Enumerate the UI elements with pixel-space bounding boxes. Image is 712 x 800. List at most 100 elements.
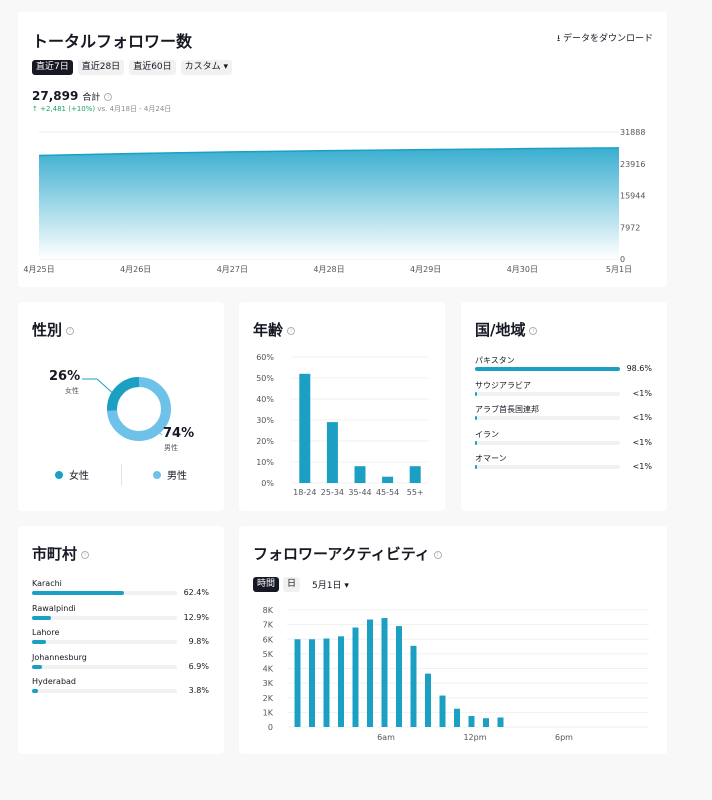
activity-bar bbox=[309, 639, 315, 727]
bar-fill bbox=[32, 689, 38, 693]
male-dot bbox=[153, 470, 161, 479]
list-item: イラン <1% bbox=[475, 429, 652, 447]
list-item: Johannesburg 6.9% bbox=[32, 652, 209, 671]
x-tick-label: 4月27日 bbox=[217, 265, 248, 274]
y-tick-label: 31888 bbox=[620, 128, 645, 137]
x-tick-label: 4月29日 bbox=[410, 265, 441, 274]
info-icon[interactable]: i bbox=[529, 326, 538, 335]
female-dot bbox=[55, 470, 63, 479]
info-icon[interactable]: i bbox=[81, 550, 90, 559]
activity-bar bbox=[454, 708, 460, 727]
list-item: Karachi 62.4% bbox=[32, 579, 209, 597]
y-tick-label: 10% bbox=[256, 458, 274, 467]
list-item: サウジアラビア <1% bbox=[475, 380, 652, 398]
city-card: 市町村 i Karachi 62.4% Rawalpindi 12.9% Lahore 9.… bbox=[18, 526, 224, 754]
bar-fill bbox=[32, 640, 47, 644]
x-tick-label: 6pm bbox=[555, 733, 573, 742]
area-fill bbox=[39, 147, 619, 259]
activity-bar bbox=[294, 639, 301, 727]
female-percent: 26% bbox=[49, 369, 81, 384]
y-tick-label: 30% bbox=[256, 416, 274, 425]
bar-fill bbox=[475, 391, 477, 396]
bar-fill bbox=[32, 615, 51, 620]
city-title: 市町村 i bbox=[32, 543, 90, 564]
y-tick-label: 60% bbox=[256, 353, 274, 362]
female-label: 女性 bbox=[65, 387, 79, 395]
bar-track bbox=[475, 391, 620, 396]
city-title-text: 市町村 bbox=[32, 545, 78, 563]
bar-fill bbox=[475, 465, 477, 469]
bar-track bbox=[32, 615, 177, 620]
y-tick-label: 0% bbox=[261, 479, 274, 488]
x-tick-label: 55+ bbox=[407, 488, 424, 497]
activity-bar bbox=[468, 716, 475, 727]
legend-female: 女性 bbox=[55, 467, 89, 482]
x-tick-label: 35-44 bbox=[348, 488, 371, 497]
list-item-name: イラン bbox=[475, 429, 499, 439]
gender-card: 性別 i 26% 女性 74% 男性 女性 男性 bbox=[18, 302, 224, 511]
x-tick-label: 45-54 bbox=[376, 488, 399, 497]
followers-area-chart: 31888 23916 15944 7972 0 4月25日 4月26日 4月27日 4月28日… bbox=[23, 128, 645, 274]
list-item-name: Hyderabad bbox=[32, 677, 76, 686]
list-item: パキスタン 98.6% bbox=[475, 355, 652, 373]
list-item-value: <1% bbox=[632, 462, 652, 471]
x-tick-label: 4月30日 bbox=[507, 265, 538, 274]
bar-track bbox=[475, 465, 620, 469]
bar-track bbox=[475, 440, 620, 445]
list-item-name: アラブ首長国連邦 bbox=[475, 405, 539, 414]
bar-track bbox=[32, 664, 177, 669]
list-item-name: Rawalpindi bbox=[32, 603, 76, 613]
legend-divider bbox=[121, 464, 122, 486]
total-followers-card: トータルフォロワー数 ⭳ データをダウンロード 直近7日 直近28日 直近60日… bbox=[18, 12, 667, 287]
activity-bar bbox=[367, 619, 373, 727]
bar-fill bbox=[32, 591, 124, 595]
bar-track bbox=[32, 591, 177, 595]
y-tick-label: 40% bbox=[256, 395, 274, 404]
y-tick-label: 15944 bbox=[620, 192, 645, 201]
bar-track bbox=[32, 640, 177, 644]
activity-card: フォロワーアクティビティ i 時間 日 5月1日 ▾ 8K 7K 6K 5K 4K 3K 2K… bbox=[239, 526, 667, 754]
activity-bar bbox=[352, 627, 359, 727]
y-tick-label: 7972 bbox=[620, 223, 640, 232]
age-card: 年齢 i 60% 50% 40% 30% 20% 10% 0% 18-24 25-34 35-44 4… bbox=[239, 302, 445, 511]
bar-fill bbox=[475, 440, 477, 445]
x-tick-label: 4月28日 bbox=[313, 265, 344, 274]
y-tick-label: 0 bbox=[620, 255, 625, 264]
list-item: Lahore 9.8% bbox=[32, 628, 209, 646]
y-tick-label: 8K bbox=[263, 606, 274, 615]
list-item-value: <1% bbox=[632, 388, 652, 398]
list-item-value: 6.9% bbox=[188, 661, 209, 671]
y-tick-label: 23916 bbox=[620, 160, 645, 169]
legend-male-label: 男性 bbox=[167, 471, 187, 482]
y-tick-label: 5K bbox=[263, 650, 274, 659]
list-item: Rawalpindi 12.9% bbox=[32, 603, 209, 622]
list-item-value: 98.6% bbox=[626, 364, 652, 373]
list-item: オマーン <1% bbox=[475, 453, 652, 471]
age-bar bbox=[326, 422, 338, 483]
y-tick-label: 3K bbox=[263, 679, 274, 688]
y-tick-label: 20% bbox=[256, 437, 274, 446]
x-tick-label: 25-34 bbox=[321, 488, 344, 497]
country-card: 国/地域 i パキスタン 98.6% サウジアラビア <1% アラブ首長国連邦 <1% イラン… bbox=[461, 302, 667, 511]
list-item-name: Johannesburg bbox=[32, 652, 87, 662]
list-item-name: サウジアラビア bbox=[475, 380, 531, 390]
legend-female-label: 女性 bbox=[69, 471, 89, 482]
legend-male: 男性 bbox=[153, 467, 187, 482]
bar-track bbox=[32, 689, 177, 693]
activity-bar bbox=[425, 673, 431, 727]
bar-track bbox=[475, 367, 620, 371]
age-bar bbox=[382, 476, 394, 483]
activity-bar bbox=[381, 618, 388, 727]
male-label: 男性 bbox=[164, 444, 178, 452]
activity-bar bbox=[410, 645, 417, 727]
activity-bar-chart: 8K 7K 6K 5K 4K 3K 2K 1K 0 6am 12pm 6pm bbox=[263, 606, 649, 742]
bar-fill bbox=[475, 416, 477, 420]
activity-bar bbox=[396, 626, 402, 727]
y-tick-label: 0 bbox=[268, 723, 273, 732]
age-bar bbox=[409, 466, 421, 483]
list-item-value: 12.9% bbox=[183, 612, 209, 622]
list-item: アラブ首長国連邦 <1% bbox=[475, 404, 652, 422]
age-bar bbox=[299, 373, 311, 483]
list-item-name: Karachi bbox=[32, 579, 62, 588]
list-item-name: Lahore bbox=[32, 628, 60, 637]
